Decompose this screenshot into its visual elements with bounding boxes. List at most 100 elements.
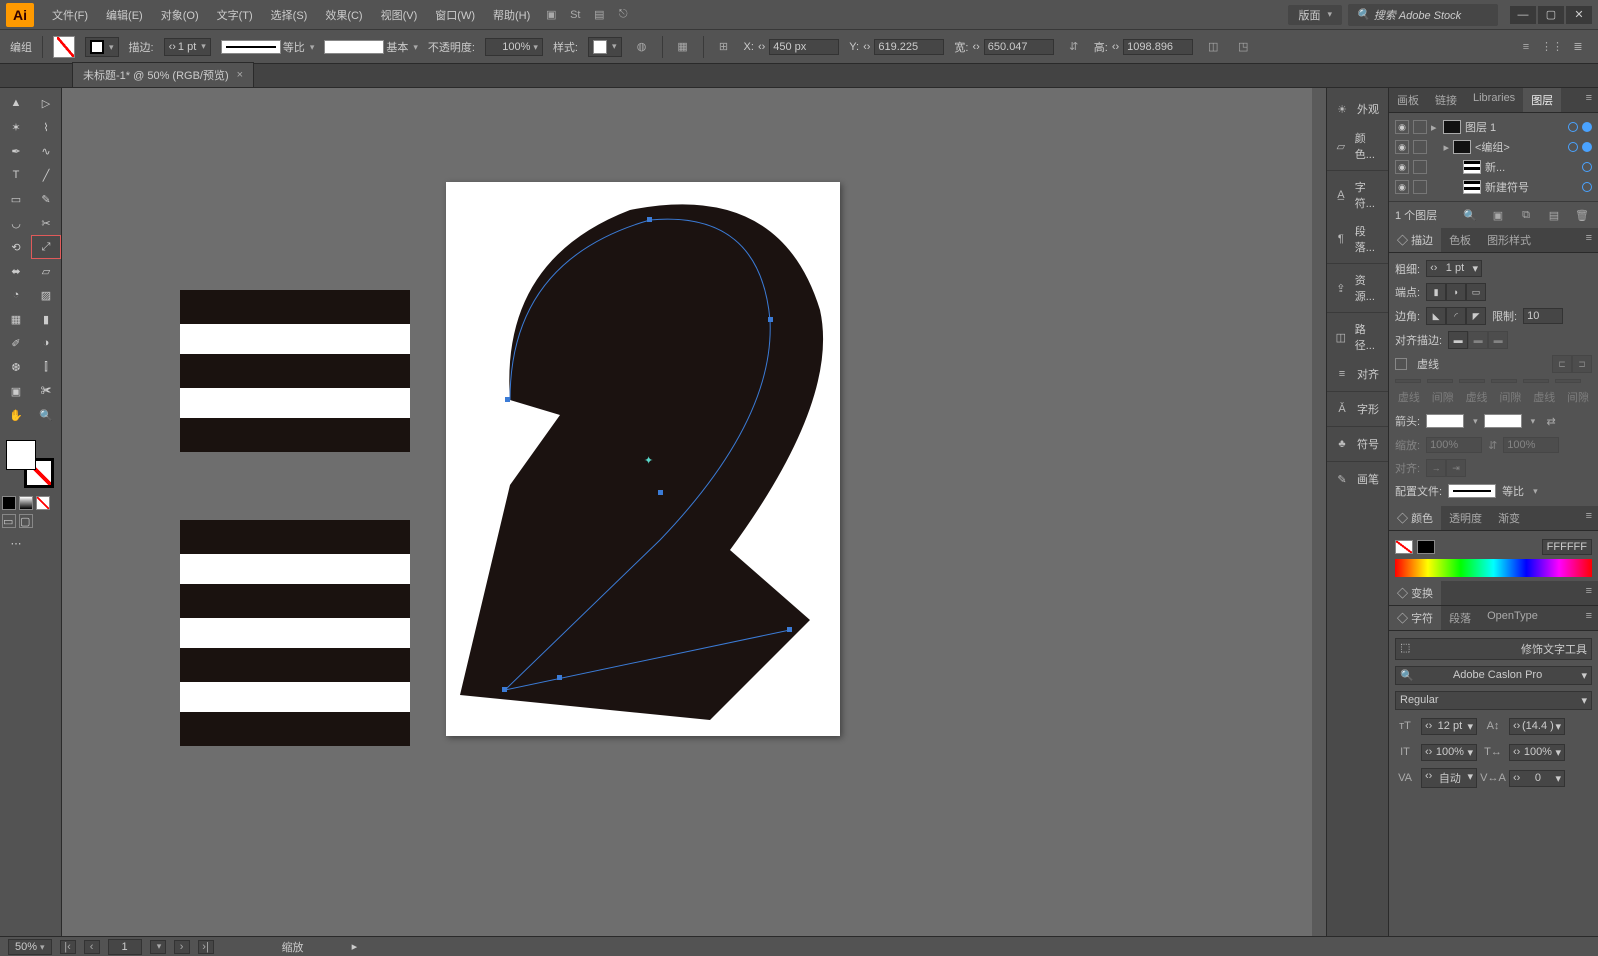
stroke-profile-preview[interactable] bbox=[221, 40, 281, 54]
eye-icon[interactable]: ◉ bbox=[1395, 160, 1409, 174]
tab-character[interactable]: ◇ 字符 bbox=[1389, 606, 1441, 630]
arrange-icon[interactable]: ▤ bbox=[588, 4, 610, 26]
eye-icon[interactable]: ◉ bbox=[1395, 120, 1409, 134]
target-icon[interactable] bbox=[1568, 122, 1578, 132]
arrow-end[interactable] bbox=[1484, 414, 1522, 428]
layer-row[interactable]: ◉▸<编组> bbox=[1395, 137, 1592, 157]
eraser-tool[interactable]: ✂ bbox=[32, 212, 60, 234]
dock-paragraph[interactable]: ¶段落... bbox=[1327, 217, 1388, 261]
dock-glyphs[interactable]: Ǎ字形 bbox=[1327, 394, 1388, 424]
touch-type-button[interactable]: ⬚ 修饰文字工具 bbox=[1395, 638, 1592, 660]
align-stroke-buttons[interactable]: ▬▬▬ bbox=[1448, 331, 1508, 349]
select-indicator[interactable] bbox=[1582, 142, 1592, 152]
layers-panel-menu[interactable]: ≡ bbox=[1580, 88, 1598, 112]
h-field[interactable]: 1098.896 bbox=[1123, 39, 1193, 55]
dock-assets[interactable]: ⇪资源... bbox=[1327, 266, 1388, 310]
layer-row[interactable]: ◉ 新... bbox=[1395, 157, 1592, 177]
artboard-number-field[interactable]: 1 bbox=[108, 939, 142, 955]
color-black-swatch[interactable] bbox=[1417, 540, 1435, 554]
brush-preview[interactable] bbox=[324, 40, 384, 54]
color-none-swatch[interactable] bbox=[1395, 540, 1413, 554]
recolor-icon[interactable]: ◍ bbox=[632, 37, 652, 57]
dock-symbols[interactable]: ♣符号 bbox=[1327, 429, 1388, 459]
zoom-tool[interactable]: 🔍 bbox=[32, 404, 60, 426]
fill-stroke-control[interactable] bbox=[2, 436, 58, 492]
eyedropper-tool[interactable]: ✐ bbox=[2, 332, 30, 354]
lock-icon[interactable] bbox=[1413, 160, 1427, 174]
extra-menu-icon[interactable]: ≣ bbox=[1568, 37, 1588, 57]
width-tool[interactable]: ⬌ bbox=[2, 260, 30, 282]
arrow-align-buttons[interactable]: →⇥ bbox=[1426, 459, 1466, 477]
tab-transparency[interactable]: 透明度 bbox=[1441, 506, 1490, 530]
symbol-sprayer-tool[interactable]: ❆ bbox=[2, 356, 30, 378]
hand-tool[interactable]: ✋ bbox=[2, 404, 30, 426]
stroke-weight-field[interactable]: ‹›1 pt bbox=[164, 38, 211, 56]
slice-tool[interactable]: ✀ bbox=[32, 380, 60, 402]
free-transform-tool[interactable]: ▱ bbox=[32, 260, 60, 282]
lasso-tool[interactable]: ⌇ bbox=[32, 116, 60, 138]
tab-libraries[interactable]: Libraries bbox=[1465, 88, 1523, 112]
stroke-profile[interactable] bbox=[1448, 484, 1496, 498]
menu-type[interactable]: 文字(T) bbox=[209, 3, 261, 27]
layer-name[interactable]: 新... bbox=[1485, 159, 1578, 175]
font-family-select[interactable]: 🔍Adobe Caslon Pro▾ bbox=[1395, 666, 1592, 685]
stripe-object-2[interactable] bbox=[180, 520, 410, 746]
stroke-swatch[interactable] bbox=[85, 37, 119, 57]
color-spectrum[interactable] bbox=[1395, 559, 1592, 577]
menu-window[interactable]: 窗口(W) bbox=[427, 3, 483, 27]
tab-graphic-styles[interactable]: 图形样式 bbox=[1479, 228, 1539, 252]
direct-selection-tool[interactable]: ▷ bbox=[32, 92, 60, 114]
menu-object[interactable]: 对象(O) bbox=[153, 3, 207, 27]
isolate-icon[interactable]: ◳ bbox=[1233, 37, 1253, 57]
artboard-tool[interactable]: ▣ bbox=[2, 380, 30, 402]
target-icon[interactable] bbox=[1582, 182, 1592, 192]
scale-tool[interactable]: ⤢ bbox=[32, 236, 60, 258]
target-icon[interactable] bbox=[1568, 142, 1578, 152]
window-minimize[interactable]: — bbox=[1510, 6, 1536, 24]
w-field[interactable]: 650.047 bbox=[984, 39, 1054, 55]
prev-artboard-btn[interactable]: ‹ bbox=[84, 940, 100, 954]
edit-toolbar-icon[interactable]: ⋯ bbox=[2, 532, 30, 554]
screen-mode-normal[interactable]: ▭ bbox=[2, 514, 16, 528]
shaper-tool[interactable]: ◡ bbox=[2, 212, 30, 234]
window-maximize[interactable]: ▢ bbox=[1538, 6, 1564, 24]
make-clip-icon[interactable]: ▣ bbox=[1488, 205, 1508, 225]
tab-links[interactable]: 链接 bbox=[1427, 88, 1465, 112]
tab-layers[interactable]: 图层 bbox=[1523, 88, 1561, 112]
hex-field[interactable]: FFFFFF bbox=[1542, 539, 1592, 555]
layer-name[interactable]: 新建符号 bbox=[1485, 179, 1578, 195]
tab-transform[interactable]: ◇ 变换 bbox=[1389, 581, 1441, 605]
dash-checkbox[interactable] bbox=[1395, 358, 1407, 370]
workspace-switcher[interactable]: 版面 bbox=[1288, 5, 1342, 25]
color-panel-menu[interactable]: ≡ bbox=[1580, 506, 1598, 530]
locate-layer-icon[interactable]: 🔍 bbox=[1460, 205, 1480, 225]
menu-file[interactable]: 文件(F) bbox=[44, 3, 96, 27]
delete-layer-icon[interactable]: 🗑 bbox=[1572, 205, 1592, 225]
dash-field[interactable] bbox=[1395, 379, 1421, 383]
layer-row[interactable]: ◉新建符号 bbox=[1395, 177, 1592, 197]
status-play-icon[interactable]: ▸ bbox=[352, 940, 358, 953]
arrow-scale-a[interactable]: 100% bbox=[1426, 437, 1482, 453]
fill-color-box[interactable] bbox=[6, 440, 36, 470]
lock-icon[interactable] bbox=[1413, 120, 1427, 134]
layer-row[interactable]: ◉▸图层 1 bbox=[1395, 117, 1592, 137]
dock-brushes[interactable]: ✎画笔 bbox=[1327, 464, 1388, 494]
color-mode-gradient[interactable] bbox=[19, 496, 33, 510]
dock-pathfinder[interactable]: ◫路径... bbox=[1327, 315, 1388, 359]
link-wh-icon[interactable]: ⇵ bbox=[1064, 37, 1084, 57]
canvas[interactable]: ✦ bbox=[62, 88, 1326, 936]
x-field[interactable]: 450 px bbox=[769, 39, 839, 55]
line-tool[interactable]: ╱ bbox=[32, 164, 60, 186]
tab-color[interactable]: ◇ 颜色 bbox=[1389, 506, 1441, 530]
target-icon[interactable] bbox=[1582, 162, 1592, 172]
select-indicator[interactable] bbox=[1582, 122, 1592, 132]
lock-icon[interactable] bbox=[1413, 140, 1427, 154]
curvature-tool[interactable]: ∿ bbox=[32, 140, 60, 162]
number-2-shape[interactable]: ✦ bbox=[450, 190, 836, 730]
brush-dropdown[interactable] bbox=[410, 41, 418, 53]
align-icon[interactable]: ▦ bbox=[673, 37, 693, 57]
adobe-stock-search[interactable]: 🔍搜索 Adobe Stock bbox=[1348, 4, 1498, 26]
shape-mode-icon[interactable]: ◫ bbox=[1203, 37, 1223, 57]
bridge-icon[interactable]: ▣ bbox=[540, 4, 562, 26]
screen-mode-full[interactable]: ▢ bbox=[19, 514, 33, 528]
